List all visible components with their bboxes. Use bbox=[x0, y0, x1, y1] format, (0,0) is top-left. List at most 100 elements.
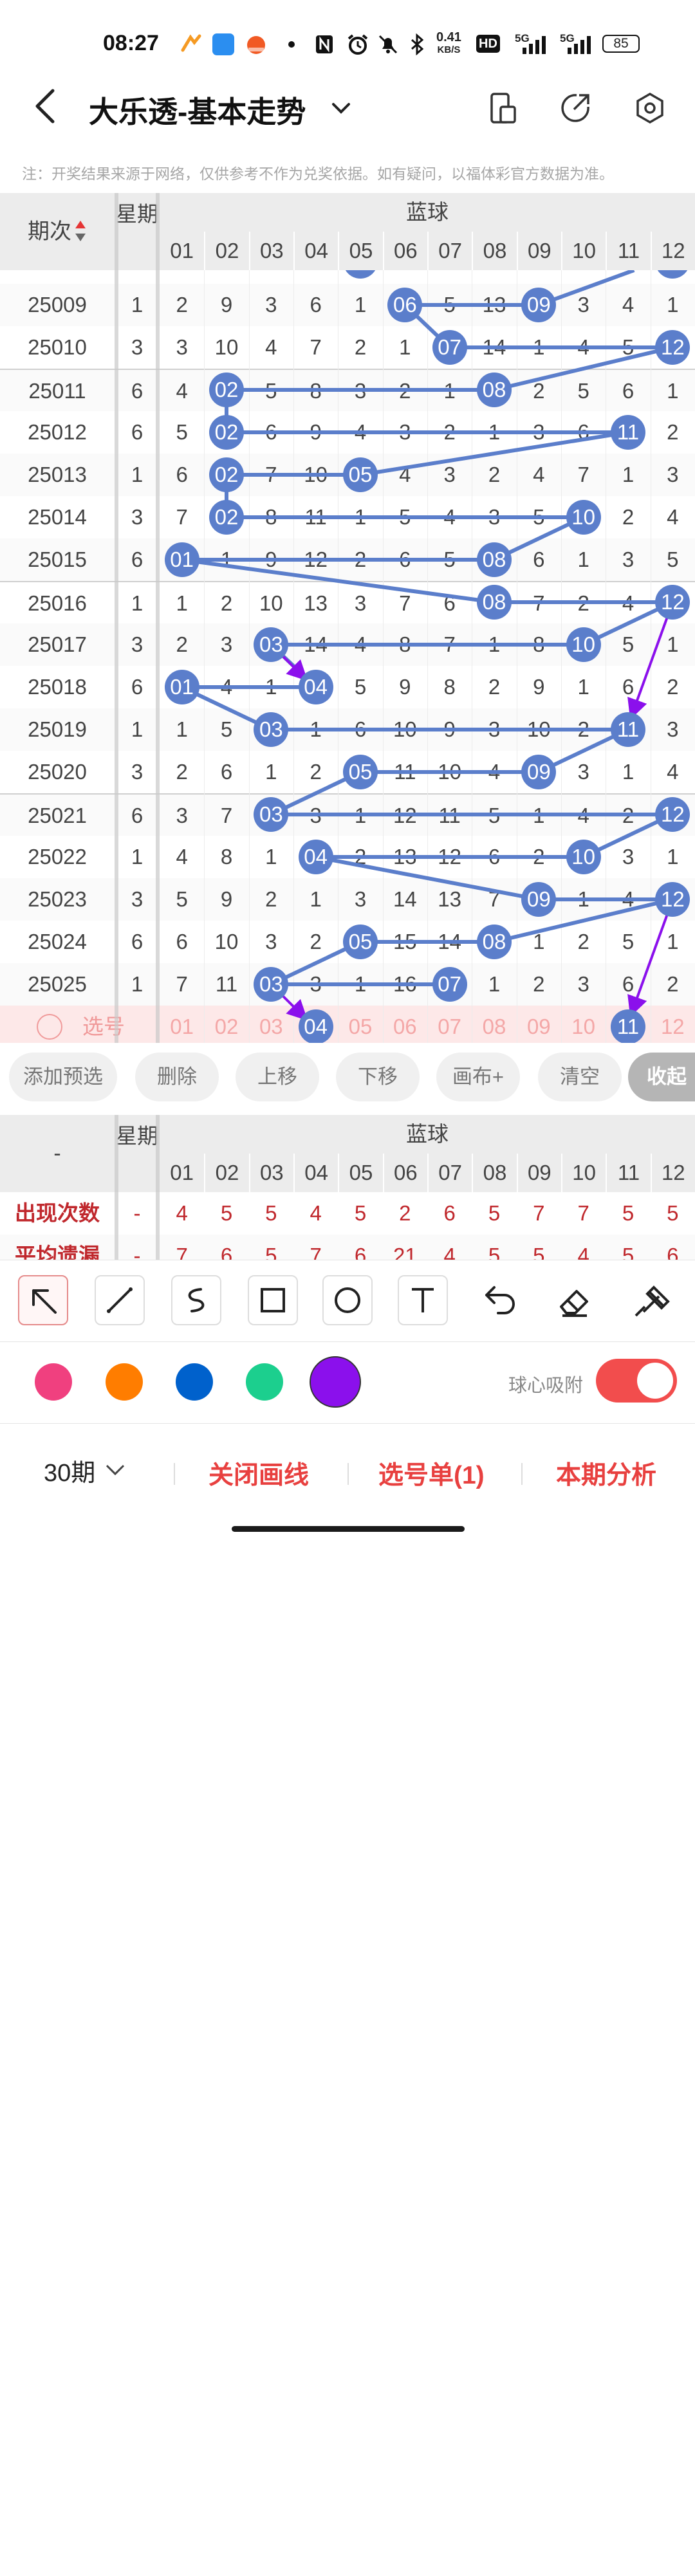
hit-ball[interactable]: 08 bbox=[476, 373, 512, 407]
hit-ball[interactable]: 02 bbox=[208, 415, 244, 450]
hit-ball[interactable]: 01 bbox=[164, 542, 199, 577]
stats-value: 6 bbox=[354, 1244, 367, 1260]
hit-ball[interactable]: 03 bbox=[254, 627, 289, 662]
hit-ball[interactable]: 03 bbox=[254, 797, 289, 832]
stats-dash: - bbox=[53, 1141, 61, 1166]
settings-gear-icon[interactable] bbox=[633, 91, 667, 125]
hit-ball[interactable]: 10 bbox=[566, 500, 601, 535]
stats-value: 5 bbox=[533, 1244, 545, 1260]
clear-button[interactable]: 清空 bbox=[538, 1053, 622, 1101]
line-icon bbox=[107, 1287, 133, 1313]
network-speed-value: 0.41 bbox=[436, 30, 461, 44]
current-analysis-button[interactable]: 本期分析 bbox=[556, 1455, 656, 1491]
stats-value: 7 bbox=[533, 1201, 545, 1225]
hit-ball[interactable]: 05 bbox=[342, 457, 378, 492]
phone-layout-icon[interactable] bbox=[486, 91, 520, 125]
move-up-button[interactable]: 上移 bbox=[236, 1053, 319, 1101]
circle-icon bbox=[335, 1287, 360, 1313]
hit-ball[interactable]: 03 bbox=[254, 712, 289, 747]
hit-ball[interactable]: 02 bbox=[208, 500, 244, 535]
color-swatch[interactable] bbox=[310, 1356, 361, 1408]
eraser-icon[interactable] bbox=[553, 1282, 596, 1321]
rectangle-tool[interactable] bbox=[248, 1275, 298, 1325]
hit-ball[interactable]: 04 bbox=[298, 670, 333, 704]
stats-table: - 星期 蓝球 01 02 03 04 05 06 07 08 09 10 11 12 出现次数 - 4 5… bbox=[0, 1115, 695, 1260]
delete-button[interactable]: 删除 bbox=[135, 1053, 219, 1101]
hit-ball[interactable]: 10 bbox=[566, 840, 601, 874]
alarm-icon bbox=[348, 34, 368, 55]
hit-ball[interactable]: 11 bbox=[610, 712, 645, 747]
color-swatch[interactable] bbox=[246, 1363, 283, 1401]
column-separator bbox=[156, 1115, 160, 1260]
hit-ball[interactable]: 04 bbox=[298, 840, 333, 874]
chevron-down-icon[interactable] bbox=[329, 97, 353, 120]
network-speed: 0.41 KB/S bbox=[436, 31, 461, 57]
trend-table: 期次 星期 蓝球 010203040506070809101112 250091… bbox=[0, 193, 695, 1043]
hit-ball[interactable]: 05 bbox=[342, 755, 378, 789]
hit-ball[interactable]: 02 bbox=[208, 373, 244, 407]
drawn-arrow[interactable] bbox=[627, 899, 674, 1017]
freehand-tool[interactable] bbox=[171, 1275, 221, 1325]
hit-ball[interactable]: 02 bbox=[208, 457, 244, 492]
color-swatch[interactable] bbox=[106, 1363, 143, 1401]
hd-badge: HD bbox=[476, 35, 500, 53]
color-swatch[interactable] bbox=[176, 1363, 213, 1401]
average-miss-row: 平均遗漏 - 7 6 5 7 6 21 4 5 5 4 5 6 bbox=[0, 1235, 695, 1260]
close-lines-button[interactable]: 关闭画线 bbox=[208, 1455, 309, 1491]
circle-tool[interactable] bbox=[322, 1275, 373, 1325]
hit-ball[interactable]: 01 bbox=[164, 670, 199, 704]
collapse-button[interactable]: 收起 bbox=[628, 1053, 695, 1101]
hit-ball[interactable]: 10 bbox=[566, 627, 601, 662]
disclaimer-notice: 注：开奖结果来源于网络，仅供参考不作为兑奖依据。如有疑问，以福体彩官方数据为准。 bbox=[22, 165, 614, 182]
snap-toggle[interactable] bbox=[596, 1359, 677, 1403]
period-selector[interactable]: 30期 bbox=[44, 1453, 126, 1488]
hit-ball[interactable]: 05 bbox=[342, 925, 378, 959]
share-icon[interactable] bbox=[559, 91, 592, 125]
text-tool[interactable] bbox=[398, 1275, 448, 1325]
selected-ball[interactable]: 11 bbox=[610, 1009, 645, 1043]
stats-value: 5 bbox=[265, 1244, 277, 1260]
hit-ball[interactable]: 11 bbox=[610, 415, 645, 450]
pick-list-button[interactable]: 选号单(1) bbox=[378, 1455, 485, 1491]
hit-ball[interactable]: 08 bbox=[476, 925, 512, 959]
hit-ball[interactable]: 07 bbox=[432, 330, 467, 365]
number-header-07: 07 bbox=[427, 232, 472, 270]
hit-ball[interactable]: 08 bbox=[476, 585, 512, 620]
page-title[interactable]: 大乐透-基本走势 bbox=[89, 89, 306, 131]
hit-ball[interactable]: 08 bbox=[476, 542, 512, 577]
hit-ball[interactable]: 09 bbox=[521, 288, 557, 322]
hit-ball[interactable]: 12 bbox=[655, 330, 690, 365]
number-header-08: 08 bbox=[472, 232, 516, 270]
move-down-button[interactable]: 下移 bbox=[336, 1053, 420, 1101]
line-tool[interactable] bbox=[95, 1275, 145, 1325]
hit-ball[interactable]: 09 bbox=[521, 755, 557, 789]
hit-ball[interactable]: 12 bbox=[655, 797, 690, 832]
hit-ball[interactable]: 12 bbox=[655, 882, 690, 917]
home-indicator bbox=[232, 1526, 465, 1532]
stats-row-label: 出现次数 bbox=[15, 1201, 100, 1225]
hit-ball[interactable]: 12 bbox=[655, 585, 690, 620]
stats-value: 5 bbox=[622, 1244, 635, 1260]
hit-ball[interactable]: 06 bbox=[387, 288, 423, 322]
number-header-01: 01 bbox=[170, 239, 194, 262]
signal-icon-1 bbox=[523, 36, 546, 54]
back-arrow-icon[interactable] bbox=[32, 87, 58, 125]
number-header-row-overlay: 01 02 03 04 05 06 07 08 09 10 11 12 bbox=[160, 232, 695, 270]
hit-ball[interactable]: 03 bbox=[254, 967, 289, 1002]
food-app-icon bbox=[247, 36, 265, 54]
trend-line-segment bbox=[494, 897, 674, 944]
select-arrow-tool[interactable] bbox=[18, 1275, 68, 1325]
status-bar: 08:27 0.41 KB/S HD 5G 5G 85 bbox=[0, 0, 695, 80]
clear-canvas-brush-icon[interactable] bbox=[631, 1282, 673, 1321]
color-swatch[interactable] bbox=[35, 1363, 72, 1401]
undo-icon[interactable] bbox=[476, 1283, 521, 1320]
selected-ball[interactable]: 04 bbox=[298, 1009, 333, 1043]
stats-blue-ball-header: 蓝球 bbox=[406, 1122, 449, 1146]
hit-ball[interactable]: 09 bbox=[521, 882, 557, 917]
color-palette: 球心吸附 bbox=[0, 1341, 695, 1424]
stats-value: 21 bbox=[393, 1244, 417, 1260]
appearance-count-row: 出现次数 - 4 5 5 4 5 2 6 5 7 7 5 5 bbox=[0, 1192, 695, 1235]
canvas-plus-button[interactable]: 画布+ bbox=[436, 1053, 520, 1101]
add-preselect-button[interactable]: 添加预选 bbox=[9, 1053, 117, 1101]
hit-ball[interactable]: 07 bbox=[432, 967, 467, 1002]
